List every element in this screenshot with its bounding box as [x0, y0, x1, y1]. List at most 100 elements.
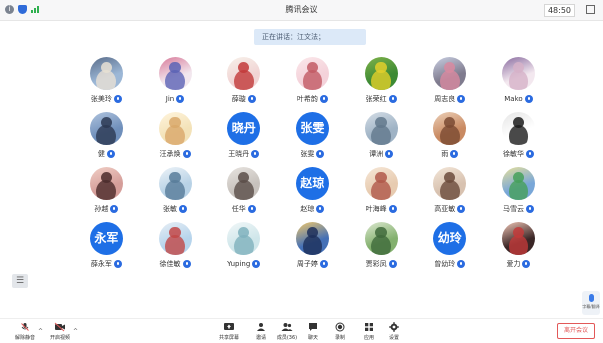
mic-status-icon: [182, 150, 191, 158]
participant-name: 孙越: [94, 205, 109, 213]
participant-tile[interactable]: 张美玲: [72, 57, 141, 112]
participant-tile[interactable]: 高亚敏: [415, 167, 484, 222]
mic-status-icon: [319, 260, 328, 268]
video-options-chevron-icon[interactable]: ^: [73, 328, 78, 335]
participant-name: 马雪云: [502, 205, 524, 213]
mic-status-icon: [179, 205, 188, 213]
participant-name-row: 周子婷: [297, 259, 328, 269]
participant-name: 汪承焕: [159, 150, 181, 158]
participant-name: 任华: [231, 205, 246, 213]
participant-tile[interactable]: 汪承焕: [141, 112, 210, 167]
participant-tile[interactable]: 幼玲 曾幼玲: [415, 222, 484, 277]
participant-name: 张雯: [300, 150, 315, 158]
participant-name-row: Jin: [166, 94, 185, 104]
leave-meeting-button[interactable]: 离开会议: [557, 323, 595, 339]
avatar-photo: [89, 167, 123, 200]
participant-tile[interactable]: 徐佳敏: [141, 222, 210, 277]
avatar-photo: [158, 57, 192, 90]
participant-grid: 张美玲 Jin 薛璇 叶希韵 张荣红 周志良 Mako 健汪承焕 晓丹 王晓丹 张雯 张雯 谭洲雨徐敏华…: [72, 57, 553, 277]
caption-translate-button[interactable]: 字幕/翻译: [582, 291, 600, 315]
avatar-photo: [295, 57, 329, 90]
avatar-initials: 张雯: [295, 112, 329, 145]
participant-tile[interactable]: 叶海峰: [347, 167, 416, 222]
participant-name: 薛永军: [90, 260, 112, 268]
participant-name-row: 张美玲: [91, 94, 122, 104]
mic-status-icon: [113, 95, 122, 103]
participant-tile[interactable]: 薛璇: [209, 57, 278, 112]
participant-tile[interactable]: 马雪云: [484, 167, 553, 222]
participant-tile[interactable]: 任华: [209, 167, 278, 222]
participant-name-row: 孙越: [94, 204, 119, 214]
mic-status-icon: [524, 95, 533, 103]
mic-status-icon: [457, 260, 466, 268]
participant-tile[interactable]: 健: [72, 112, 141, 167]
mic-status-icon: [522, 260, 531, 268]
participant-tile[interactable]: 赵琼 赵琼: [278, 167, 347, 222]
window-title: 腾讯会议: [285, 5, 318, 14]
video-button[interactable]: 开启视频: [43, 322, 77, 341]
avatar-photo: [227, 57, 261, 90]
participant-tile[interactable]: 永军 薛永军: [72, 222, 141, 277]
participant-name-row: 谭洲: [369, 149, 394, 159]
participant-name: 徐敏华: [502, 150, 524, 158]
avatar-photo: [89, 112, 123, 145]
participant-tile[interactable]: 张雯 张雯: [278, 112, 347, 167]
settings-button[interactable]: 设置: [377, 322, 411, 341]
caption-translate-label: 字幕/翻译: [582, 304, 600, 309]
participant-tile[interactable]: Mako: [484, 57, 553, 112]
participant-tile[interactable]: 贾彩凤: [347, 222, 416, 277]
participant-name-row: 薛璇: [232, 94, 256, 104]
avatar-photo: [227, 222, 261, 255]
avatar-photo: [501, 57, 535, 90]
participant-name-row: 赵琼: [300, 204, 325, 214]
participant-tile[interactable]: 雨: [415, 112, 484, 167]
participant-tile[interactable]: Yuping: [209, 222, 278, 277]
participant-name: 张敏: [163, 205, 178, 213]
caption-mic-icon: [588, 294, 594, 302]
avatar-photo: [158, 167, 192, 200]
avatar-initials: 赵琼: [295, 167, 329, 200]
share-screen-button[interactable]: 共享屏幕: [212, 322, 246, 341]
participant-tile[interactable]: 叶希韵: [278, 57, 347, 112]
mic-status-icon: [525, 150, 534, 158]
mic-status-icon: [113, 260, 122, 268]
participant-tile[interactable]: 张敏: [141, 167, 210, 222]
participant-tile[interactable]: 爱力: [484, 222, 553, 277]
participant-name-row: 薛永军: [91, 259, 122, 269]
participant-tile[interactable]: 孙越: [72, 167, 141, 222]
participant-name-row: 张敏: [163, 204, 188, 214]
participant-name: 张美玲: [90, 95, 112, 103]
mic-status-icon: [450, 150, 459, 158]
avatar-photo: [433, 57, 467, 90]
participant-tile[interactable]: 张荣红: [347, 57, 416, 112]
participant-name-row: 爱力: [506, 259, 531, 269]
avatar-photo: [364, 222, 398, 255]
participant-tile[interactable]: 徐敏华: [484, 112, 553, 167]
mic-muted-icon: [8, 322, 42, 332]
participant-tile[interactable]: 周子婷: [278, 222, 347, 277]
mic-status-icon: [457, 205, 466, 213]
participant-name: Mako: [504, 95, 523, 103]
participant-name: 雨: [441, 150, 449, 158]
participant-tile[interactable]: Jin: [141, 57, 210, 112]
member-list-toggle-icon[interactable]: ☰: [12, 274, 28, 288]
participant-name: Yuping: [227, 260, 251, 268]
participant-name-row: 汪承焕: [160, 149, 191, 159]
mic-status-icon: [388, 260, 397, 268]
participant-name: 叶海峰: [365, 205, 387, 213]
participant-name: 周子婷: [296, 260, 318, 268]
participant-name: 贾彩凤: [365, 260, 387, 268]
avatar-photo: [433, 112, 467, 145]
participant-tile[interactable]: 谭洲: [347, 112, 416, 167]
avatar-photo: [364, 57, 398, 90]
fullscreen-icon[interactable]: [586, 5, 595, 14]
mic-status-icon: [110, 205, 119, 213]
camera-off-icon: [43, 322, 77, 332]
mute-button[interactable]: 解除静音: [8, 322, 42, 341]
participant-name-row: 张雯: [300, 149, 325, 159]
participant-tile[interactable]: 周志良: [415, 57, 484, 112]
title-bar: i 腾讯会议 48:50: [0, 0, 603, 21]
participant-tile[interactable]: 晓丹 王晓丹: [209, 112, 278, 167]
participant-name: 谭洲: [369, 150, 384, 158]
avatar-photo: [89, 57, 123, 90]
